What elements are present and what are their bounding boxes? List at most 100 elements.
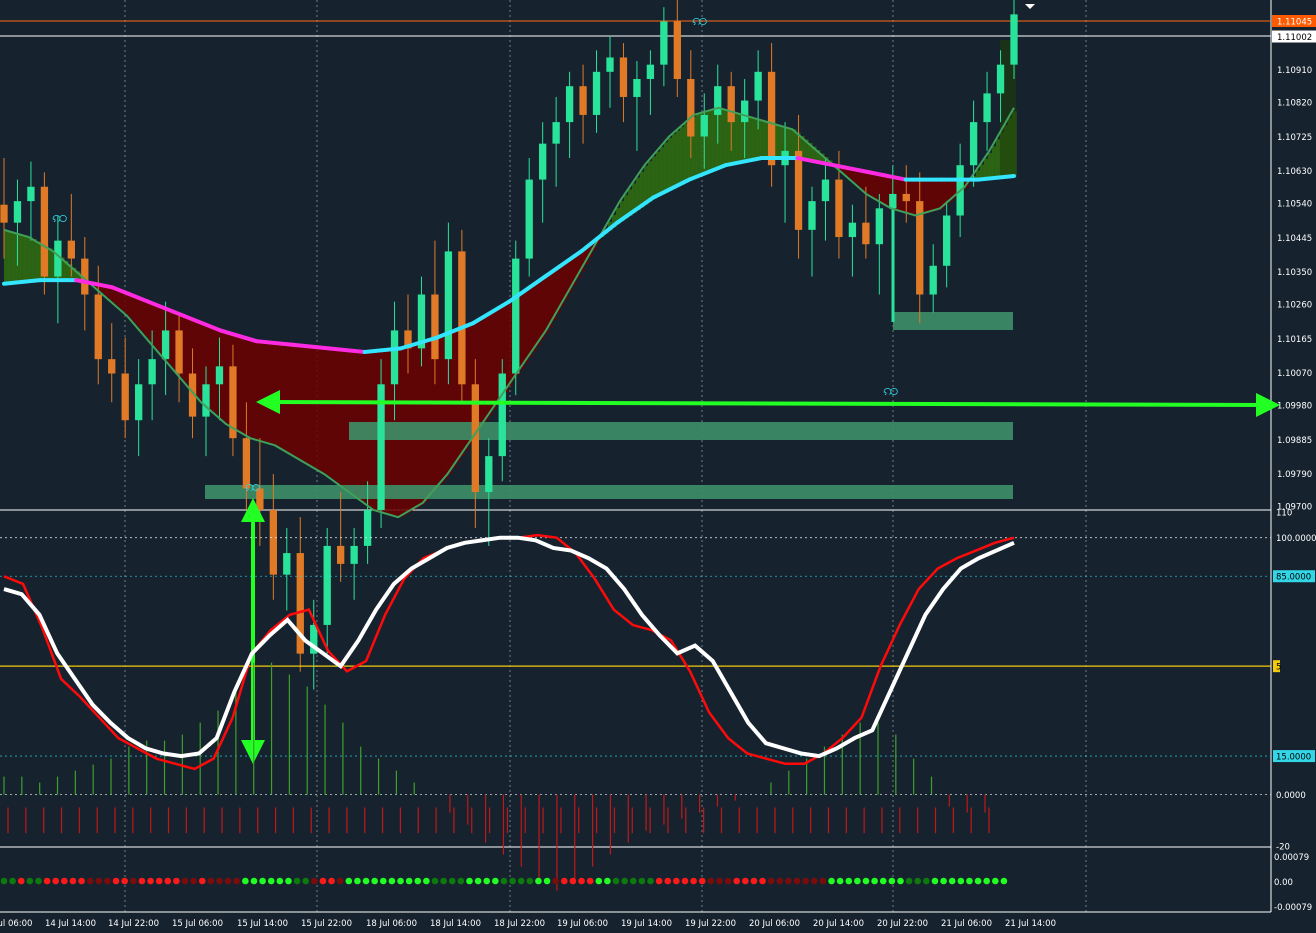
cloud-segment <box>36 241 41 282</box>
time-tick-label: 14 Jul 14:00 <box>45 919 96 929</box>
cloud-segment <box>424 341 429 502</box>
cloud-segment <box>144 299 149 337</box>
cloud-segment <box>524 291 529 363</box>
cloud-segment <box>288 344 293 454</box>
time-tick-label: 20 Jul 14:00 <box>813 919 864 929</box>
candle-body <box>619 57 628 97</box>
cloud-segment <box>924 179 929 214</box>
cloud-segment <box>748 116 753 162</box>
signal-dot <box>95 877 103 885</box>
cloud-segment <box>480 319 485 428</box>
cloud-segment <box>928 179 933 213</box>
chart-background <box>0 0 1316 933</box>
candle-body <box>1010 14 1018 65</box>
fractal-mark-3: ꩡ <box>245 476 260 495</box>
cloud-segment <box>32 239 37 282</box>
cloud-segment <box>736 112 741 164</box>
time-tick-label: 19 Jul 22:00 <box>685 919 736 929</box>
candle-body <box>552 122 560 144</box>
cloud-segment <box>660 147 665 195</box>
trading-chart[interactable]: ꩡ ꩡ ꩡ ꩡ 1.11045 1.11002 1.10910 1.10820 1.10725… <box>0 0 1316 933</box>
cloud-segment <box>696 114 701 178</box>
signal-dot <box>810 877 818 885</box>
signal-dot <box>914 877 922 885</box>
candle-body <box>498 373 506 457</box>
signal-dot <box>957 877 965 885</box>
time-tick-label: Jul 06:00 <box>0 919 32 929</box>
signal-dot <box>61 877 68 885</box>
signal-dot <box>1000 877 1008 885</box>
price-tick-label: 1.11002 <box>1277 33 1312 43</box>
candle-body <box>27 186 35 202</box>
signal-dot <box>923 877 930 885</box>
price-tick-label: 1.10165 <box>1277 335 1312 345</box>
price-tick-label: 1.10445 <box>1277 234 1312 244</box>
cloud-segment <box>260 341 265 442</box>
candle-body <box>148 359 156 385</box>
signal-dot <box>319 877 327 885</box>
candle-body <box>835 179 843 238</box>
candle-body <box>808 201 816 230</box>
signal-dot <box>862 877 870 885</box>
cloud-segment <box>716 108 721 170</box>
signal-dot <box>440 877 447 885</box>
signal-dot <box>974 877 982 885</box>
signal-dot <box>802 877 809 885</box>
signal-dot <box>190 877 197 885</box>
candle-body <box>687 79 695 137</box>
signal-dot <box>52 877 60 885</box>
signal-dot <box>233 877 241 885</box>
signal-dot <box>492 877 499 885</box>
signal-dot <box>828 877 835 885</box>
cloud-segment <box>136 296 141 327</box>
signal-dot <box>681 877 689 885</box>
signal-dot <box>535 877 542 885</box>
cloud-segment <box>540 280 545 340</box>
time-tick-label: 15 Jul 22:00 <box>301 919 352 929</box>
candle-body <box>108 359 116 374</box>
candle-body <box>135 384 143 421</box>
signal-dot <box>379 877 387 885</box>
signal-dot <box>164 877 172 885</box>
signal-dot <box>397 877 404 885</box>
candle-body <box>633 79 641 97</box>
cloud-segment <box>284 343 289 452</box>
signal-dot <box>509 877 516 885</box>
cloud-segment <box>304 345 309 463</box>
signal-dot <box>388 877 396 885</box>
cloud-segment <box>248 338 253 438</box>
candle-body <box>94 294 102 360</box>
signal-dot <box>664 877 672 885</box>
signal-dot <box>293 877 301 885</box>
time-tick-label: 18 Jul 14:00 <box>430 919 481 929</box>
candle-body <box>40 186 49 277</box>
osc-tick-label: 110 <box>1276 509 1292 519</box>
signal-dot <box>586 877 594 885</box>
candle-body <box>283 553 291 575</box>
candle-body <box>673 21 681 80</box>
cloud-segment <box>344 349 349 489</box>
signal-dot <box>17 877 25 885</box>
price-tick-label: 1.10260 <box>1277 301 1312 311</box>
signal-dot <box>819 877 827 885</box>
signal-dot <box>879 877 887 885</box>
cloud-segment <box>196 320 201 397</box>
cloud-segment <box>708 110 713 173</box>
cloud-segment <box>328 348 333 478</box>
signal-dot <box>561 877 568 885</box>
candle-body <box>458 251 466 385</box>
candle-body <box>875 208 883 245</box>
time-tick-label: 15 Jul 14:00 <box>237 919 288 929</box>
candle-body <box>525 179 533 259</box>
candle-body <box>565 86 574 123</box>
cloud-segment <box>872 172 877 198</box>
signal-dot <box>931 877 939 885</box>
signal-dot <box>43 877 51 885</box>
signal-dot <box>216 877 223 885</box>
signal-dot <box>181 877 189 885</box>
cloud-segment <box>528 288 533 358</box>
candle-body <box>943 215 951 266</box>
cloud-segment <box>644 165 649 205</box>
signal-dot <box>569 877 577 885</box>
cloud-segment <box>712 109 717 172</box>
